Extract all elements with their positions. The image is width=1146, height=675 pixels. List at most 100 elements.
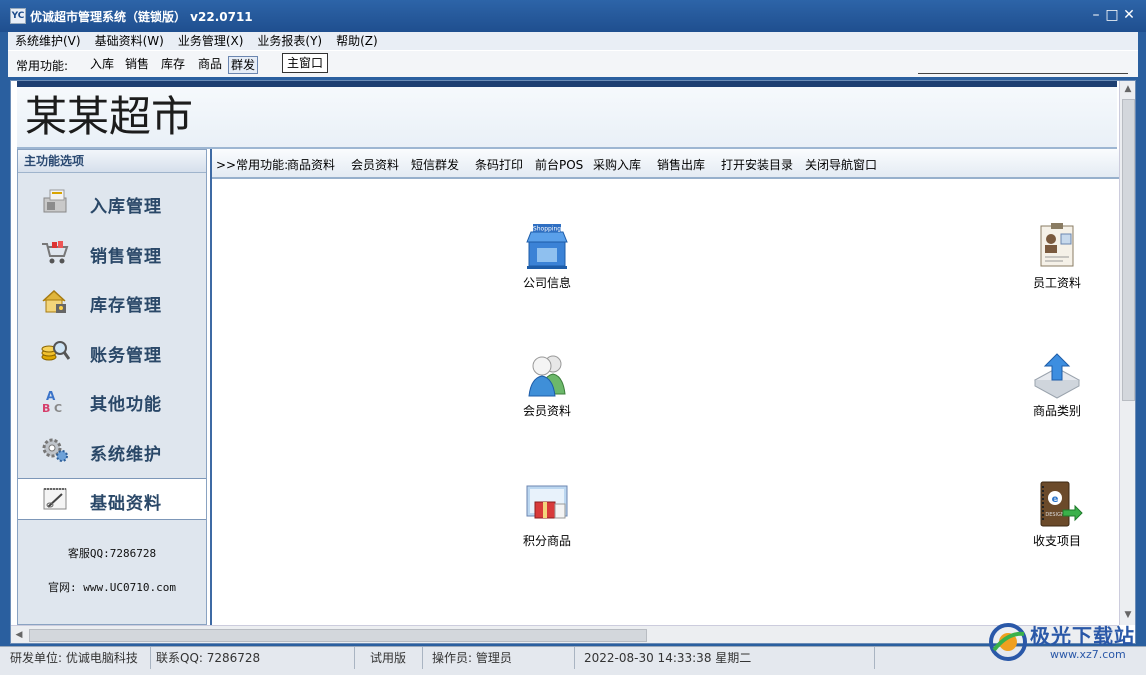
title-bar: YC 优诚超市管理系统（链锁版） v22.0711 – □ ✕: [0, 0, 1146, 32]
toolbar-broadcast-button[interactable]: 群发: [228, 56, 259, 74]
toolbar-stock-in-button[interactable]: 入库: [88, 56, 116, 72]
main-panel: >>常用功能: 商品资料 会员资料 短信群发 条码打印 前台POS 采购入库 销…: [210, 149, 1121, 625]
quick-product-data[interactable]: 商品资料: [287, 156, 335, 173]
status-contact: 联系QQ: 7286728: [152, 647, 355, 669]
sidebar-item-label: 入库管理: [90, 197, 162, 217]
store-name: 某某超市: [25, 92, 194, 141]
warehouse-in-icon: [43, 189, 67, 213]
status-operator: 操作员: 管理员: [428, 647, 575, 669]
sidebar-item-label: 系统维护: [90, 445, 162, 465]
service-qq: 客服QQ:7286728: [67, 547, 157, 560]
sidebar-item-accounts[interactable]: 账务管理: [18, 331, 206, 371]
vertical-scroll-thumb[interactable]: [1122, 99, 1135, 401]
quick-sales-out[interactable]: 销售出库: [657, 156, 705, 173]
toolbar-divider: [918, 73, 1128, 74]
sidebar-item-sales[interactable]: 销售管理: [18, 232, 206, 272]
sidebar-item-system[interactable]: 系统维护: [18, 430, 206, 470]
quick-functions-bar: >>常用功能: 商品资料 会员资料 短信群发 条码打印 前台POS 采购入库 销…: [212, 149, 1121, 179]
window-title: 优诚超市管理系统（链锁版） v22.0711: [30, 10, 253, 24]
coins-magnifier-icon: [41, 341, 70, 361]
vertical-scrollbar[interactable]: ▲ ▼: [1119, 81, 1135, 625]
gift-board-icon: [526, 485, 568, 519]
sidebar-item-label: 账务管理: [90, 346, 162, 366]
sidebar-item-label: 基础资料: [90, 494, 162, 514]
watermark-url: www.xz7.com: [1050, 648, 1126, 661]
tile-company-info[interactable]: Shopping 公司信息: [507, 222, 587, 291]
status-developer: 研发单位: 优诚电脑科技: [6, 647, 151, 669]
scroll-left-icon[interactable]: ◀: [11, 626, 27, 643]
status-bar: 研发单位: 优诚电脑科技 联系QQ: 7286728 试用版 操作员: 管理员 …: [0, 646, 1146, 675]
app-icon: YC: [10, 8, 26, 24]
scroll-up-icon[interactable]: ▲: [1120, 81, 1135, 97]
toolbar-products-button[interactable]: 商品: [196, 56, 224, 72]
svg-text:e: e: [1052, 494, 1059, 505]
tile-income-expense[interactable]: e DESIGN 收支项目: [1017, 480, 1097, 549]
shopping-cart-icon: [42, 241, 69, 264]
tile-label: 积分商品: [522, 534, 571, 548]
horizontal-scroll-thumb[interactable]: [29, 629, 647, 642]
menu-help[interactable]: 帮助(Z): [329, 32, 385, 50]
watermark: 极光下载站 www.xz7.com: [988, 618, 1138, 668]
gears-icon: [42, 438, 68, 462]
sidebar: 主功能选项 入库管理 销售管理 库存管理 账务管理 A B C 其他功能 系统维…: [17, 149, 207, 625]
main-window-button[interactable]: 主窗口: [282, 53, 329, 73]
sidebar-item-label: 库存管理: [90, 296, 162, 316]
status-edition: 试用版: [366, 647, 423, 669]
client-area: 某某超市 主功能选项 入库管理 销售管理 库存管理 账务管理 A B C 其他功…: [10, 80, 1136, 644]
sidebar-item-inventory[interactable]: 库存管理: [18, 281, 206, 321]
close-button[interactable]: ✕: [1121, 7, 1137, 23]
ledger-book-icon: e DESIGN: [1040, 481, 1083, 527]
maximize-button[interactable]: □: [1104, 7, 1120, 23]
sidebar-title: 主功能选项: [18, 150, 206, 173]
notepad-pen-icon: [43, 488, 67, 510]
sidebar-item-label: 其他功能: [90, 395, 162, 415]
menu-system[interactable]: 系统维护(V): [8, 32, 88, 50]
sidebar-item-label: 销售管理: [90, 247, 162, 267]
quickbar-label: >>常用功能:: [216, 158, 289, 172]
quick-close-nav[interactable]: 关闭导航窗口: [805, 156, 877, 173]
svg-text:B: B: [42, 402, 50, 414]
menu-basic-data[interactable]: 基础资料(W): [88, 32, 171, 50]
minimize-button[interactable]: –: [1088, 7, 1104, 23]
sidebar-item-other[interactable]: A B C 其他功能: [18, 380, 206, 420]
toolbar-label: 常用功能:: [16, 59, 69, 73]
tile-label: 员工资料: [1032, 276, 1081, 290]
header-banner: 某某超市: [17, 87, 1117, 149]
users-icon: [528, 355, 566, 397]
svg-text:A: A: [46, 389, 56, 403]
menu-bar: 系统维护(V) 基础资料(W) 业务管理(X) 业务报表(Y) 帮助(Z): [8, 32, 1138, 50]
upload-arrow-icon: [1033, 353, 1081, 399]
sidebar-item-basic-data[interactable]: 基础资料: [18, 478, 206, 520]
toolbar-inventory-button[interactable]: 库存: [159, 56, 187, 72]
store-icon: Shopping: [526, 224, 568, 269]
menu-business[interactable]: 业务管理(X): [171, 32, 251, 50]
tile-employee-data[interactable]: 员工资料: [1017, 222, 1097, 291]
quick-barcode-print[interactable]: 条码打印: [475, 156, 523, 173]
quick-member-data[interactable]: 会员资料: [351, 156, 399, 173]
tile-points-products[interactable]: 积分商品: [507, 480, 587, 549]
horizontal-scrollbar[interactable]: ◀: [11, 625, 1119, 643]
store-sign-text: Shopping: [533, 226, 561, 233]
quick-purchase-in[interactable]: 采购入库: [593, 156, 641, 173]
quick-open-install-dir[interactable]: 打开安装目录: [721, 156, 793, 173]
house-lock-icon: [42, 289, 66, 313]
quick-sms-broadcast[interactable]: 短信群发: [411, 156, 459, 173]
tile-label: 收支项目: [1032, 534, 1081, 548]
tile-label: 会员资料: [522, 404, 571, 418]
book-text: DESIGN: [1045, 512, 1065, 518]
clipboard-person-icon: [1040, 223, 1074, 267]
toolbar-sales-button[interactable]: 销售: [123, 56, 151, 72]
quick-front-pos[interactable]: 前台POS: [535, 156, 583, 173]
site-logo-icon: [989, 623, 1027, 661]
website: 官网: www.UC0710.com: [48, 581, 176, 594]
tile-member-data[interactable]: 会员资料: [507, 350, 587, 419]
status-datetime: 2022-08-30 14:33:38 星期二: [580, 647, 875, 669]
letters-icon: A B C: [42, 389, 62, 414]
toolbar: 常用功能: 入库 销售 库存 商品 群发 主窗口: [8, 50, 1138, 77]
tile-label: 公司信息: [522, 276, 571, 290]
tile-label: 商品类别: [1032, 404, 1081, 418]
svg-text:C: C: [54, 402, 62, 414]
menu-reports[interactable]: 业务报表(Y): [250, 32, 329, 50]
tile-product-category[interactable]: 商品类别: [1017, 350, 1097, 419]
sidebar-item-stock-in[interactable]: 入库管理: [18, 182, 206, 222]
